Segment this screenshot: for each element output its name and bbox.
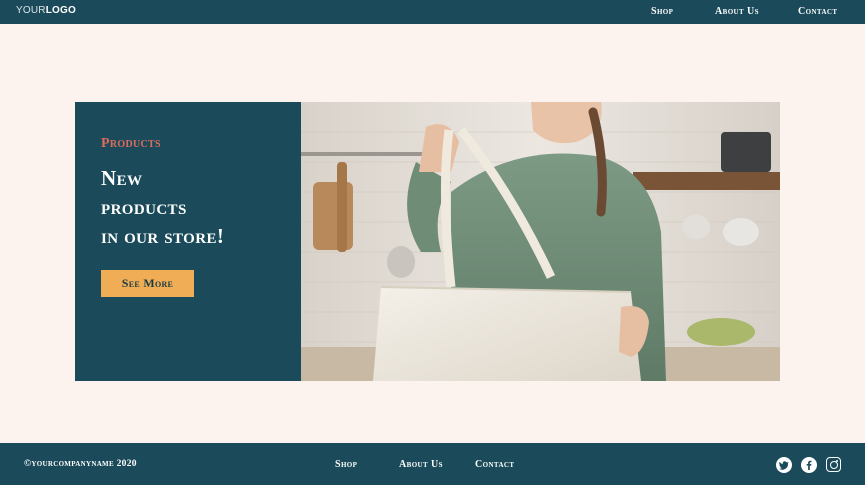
hero-text-panel: Products New products in our store! See …: [75, 102, 301, 381]
headline-line-3: in our store!: [101, 224, 225, 248]
instagram-icon[interactable]: [826, 457, 841, 472]
logo-text-light: YOUR: [16, 5, 46, 16]
headline-line-2: products: [101, 195, 187, 219]
headline-line-1: New: [101, 166, 143, 190]
hero-photo: [301, 102, 780, 381]
hero-eyebrow: Products: [101, 136, 161, 151]
facebook-icon[interactable]: [801, 457, 817, 473]
see-more-button[interactable]: See More: [101, 270, 194, 297]
footer-nav-about-us[interactable]: About Us: [399, 459, 443, 470]
top-navbar: YOURLOGO Shop About Us Contact: [0, 0, 865, 24]
tote-bag-photo-illustration: [301, 102, 780, 381]
twitter-glyph: [779, 461, 789, 470]
hero-banner: Products New products in our store! See …: [75, 102, 780, 381]
logo-text-bold: LOGO: [45, 5, 76, 16]
hero-headline: New products in our store!: [101, 164, 224, 251]
logo[interactable]: YOURLOGO: [16, 5, 76, 16]
nav-about-us[interactable]: About Us: [715, 6, 759, 17]
nav-contact[interactable]: Contact: [798, 6, 837, 17]
footer: ©yourcompanyname 2020 Shop About Us Cont…: [0, 443, 865, 485]
nav-shop[interactable]: Shop: [651, 6, 673, 17]
twitter-icon[interactable]: [776, 457, 792, 473]
footer-nav-shop[interactable]: Shop: [335, 459, 357, 470]
copyright-text: ©yourcompanyname 2020: [24, 459, 137, 469]
facebook-glyph: [806, 460, 812, 470]
footer-nav-contact[interactable]: Contact: [475, 459, 514, 470]
